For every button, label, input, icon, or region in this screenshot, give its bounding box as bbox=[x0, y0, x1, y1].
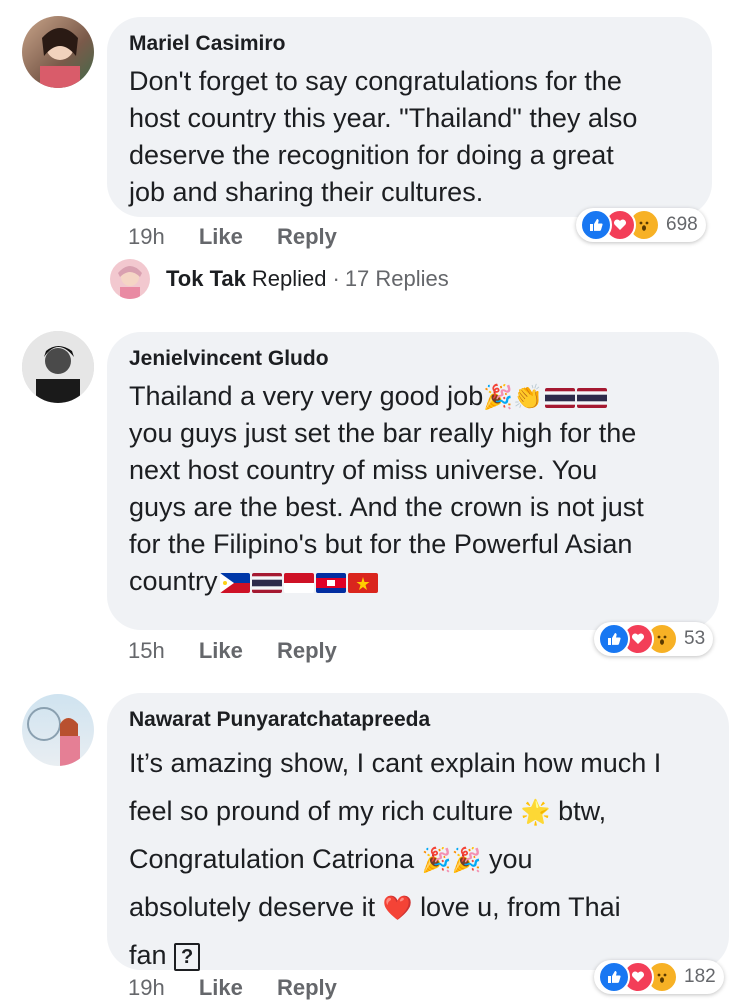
comment-text: Don't forget to say congratulations for … bbox=[129, 63, 690, 211]
comment-line-text: absolutely deserve it bbox=[129, 892, 376, 922]
comment-line-text: feel so pround of my rich culture bbox=[129, 796, 514, 826]
like-button[interactable]: Like bbox=[199, 224, 243, 249]
comment-line-text: country bbox=[129, 566, 218, 596]
party-popper-icon: 🎉 bbox=[483, 383, 514, 411]
avatar[interactable] bbox=[22, 331, 94, 403]
timestamp[interactable]: 19h bbox=[128, 224, 165, 249]
vietnam-flag-icon bbox=[347, 572, 378, 593]
comment-actions: 19h Like Reply bbox=[128, 224, 365, 250]
comment-line: absolutely deserve it ❤️ love u, from Th… bbox=[129, 883, 707, 931]
reply-verb: Replied bbox=[251, 266, 327, 291]
comment-line: deserve the recognition for doing a grea… bbox=[129, 140, 614, 170]
comment-line: job and sharing their cultures. bbox=[129, 177, 484, 207]
reply-separator: · bbox=[332, 266, 340, 291]
comment-bubble: Nawarat Punyaratchatapreeda It’s amazing… bbox=[107, 693, 729, 971]
party-popper-icon: 🎉 bbox=[451, 846, 482, 874]
like-reaction-icon bbox=[598, 961, 630, 993]
cambodia-flag-icon bbox=[315, 572, 346, 593]
replies-link[interactable]: Tok Tak Replied · 17 Replies bbox=[110, 256, 449, 302]
avatar[interactable] bbox=[22, 694, 94, 766]
reaction-count: 182 bbox=[684, 966, 716, 987]
comment-line-text: Congratulation Catriona bbox=[129, 844, 415, 874]
comment-author[interactable]: Jenielvincent Gludo bbox=[129, 346, 697, 372]
timestamp[interactable]: 15h bbox=[128, 638, 165, 663]
reaction-summary[interactable]: 698 bbox=[576, 208, 706, 242]
red-heart-icon: ❤️ bbox=[382, 894, 413, 922]
comment-bubble: Mariel Casimiro Don't forget to say cong… bbox=[107, 17, 712, 217]
thailand-flag-icon bbox=[577, 387, 607, 408]
reply-avatar bbox=[110, 259, 150, 299]
like-reaction-icon bbox=[580, 209, 612, 241]
comment-line: feel so pround of my rich culture 🌟 btw, bbox=[129, 787, 707, 835]
thailand-flag-icon bbox=[545, 387, 575, 408]
comment-author[interactable]: Mariel Casimiro bbox=[129, 31, 690, 57]
avatar-photo-icon bbox=[40, 28, 80, 88]
comment-line: It’s amazing show, I cant explain how mu… bbox=[129, 748, 662, 778]
avatar-photo-icon bbox=[27, 707, 80, 766]
comment-line-text: love u, from Thai bbox=[420, 892, 621, 922]
reaction-count: 698 bbox=[666, 214, 698, 235]
reaction-summary[interactable]: 53 bbox=[594, 622, 714, 656]
like-button[interactable]: Like bbox=[199, 638, 243, 663]
reply-button[interactable]: Reply bbox=[277, 975, 337, 1000]
avatar-photo-icon bbox=[118, 266, 142, 299]
comment-line: you guys just set the bar really high fo… bbox=[129, 418, 637, 448]
comment-text: It’s amazing show, I cant explain how mu… bbox=[129, 739, 707, 979]
comment-line-text: you bbox=[489, 844, 533, 874]
avatar[interactable] bbox=[22, 16, 94, 88]
reaction-count: 53 bbox=[684, 628, 706, 649]
unknown-glyph-icon: ? bbox=[174, 942, 201, 971]
comment-line: for the Filipino's but for the Powerful … bbox=[129, 529, 633, 559]
thailand-flag-icon bbox=[251, 572, 282, 593]
reaction-summary[interactable]: 182 bbox=[594, 960, 724, 994]
reply-button[interactable]: Reply bbox=[277, 638, 337, 663]
timestamp[interactable]: 19h bbox=[128, 975, 165, 1000]
indonesia-flag-icon bbox=[283, 572, 314, 593]
comment-actions: 19h Like Reply bbox=[128, 975, 365, 1001]
comment-line: country bbox=[129, 563, 697, 600]
like-reaction-icon bbox=[598, 623, 630, 655]
glowing-star-icon: 🌟 bbox=[520, 798, 551, 826]
philippines-flag-icon bbox=[219, 572, 250, 593]
reply-author[interactable]: Tok Tak bbox=[166, 266, 246, 292]
comment-author[interactable]: Nawarat Punyaratchatapreeda bbox=[129, 707, 707, 733]
reply-button[interactable]: Reply bbox=[277, 224, 337, 249]
comment-line-text: Thailand a very very good job bbox=[129, 381, 484, 411]
clapping-hands-icon: 👏 bbox=[513, 383, 543, 411]
party-popper-icon: 🎉 bbox=[421, 846, 452, 874]
comment-line: host country this year. "Thailand" they … bbox=[129, 103, 638, 133]
comment-actions: 15h Like Reply bbox=[128, 638, 365, 664]
comment-line-text: btw, bbox=[558, 796, 607, 826]
comment-bubble: Jenielvincent Gludo Thailand a very very… bbox=[107, 332, 719, 630]
avatar-photo-icon bbox=[22, 331, 94, 403]
like-button[interactable]: Like bbox=[199, 975, 243, 1000]
comment-line: Thailand a very very good job🎉👏 bbox=[129, 378, 697, 415]
comment-line: guys are the best. And the crown is not … bbox=[129, 492, 644, 522]
comment-text: Thailand a very very good job🎉👏 you guys… bbox=[129, 378, 697, 600]
comment-line-text: fan bbox=[129, 940, 167, 970]
reply-count[interactable]: 17 Replies bbox=[345, 266, 449, 292]
comment-line: Don't forget to say congratulations for … bbox=[129, 66, 622, 96]
comment-line: next host country of miss universe. You bbox=[129, 455, 598, 485]
comment-line: Congratulation Catriona 🎉🎉 you bbox=[129, 835, 707, 883]
